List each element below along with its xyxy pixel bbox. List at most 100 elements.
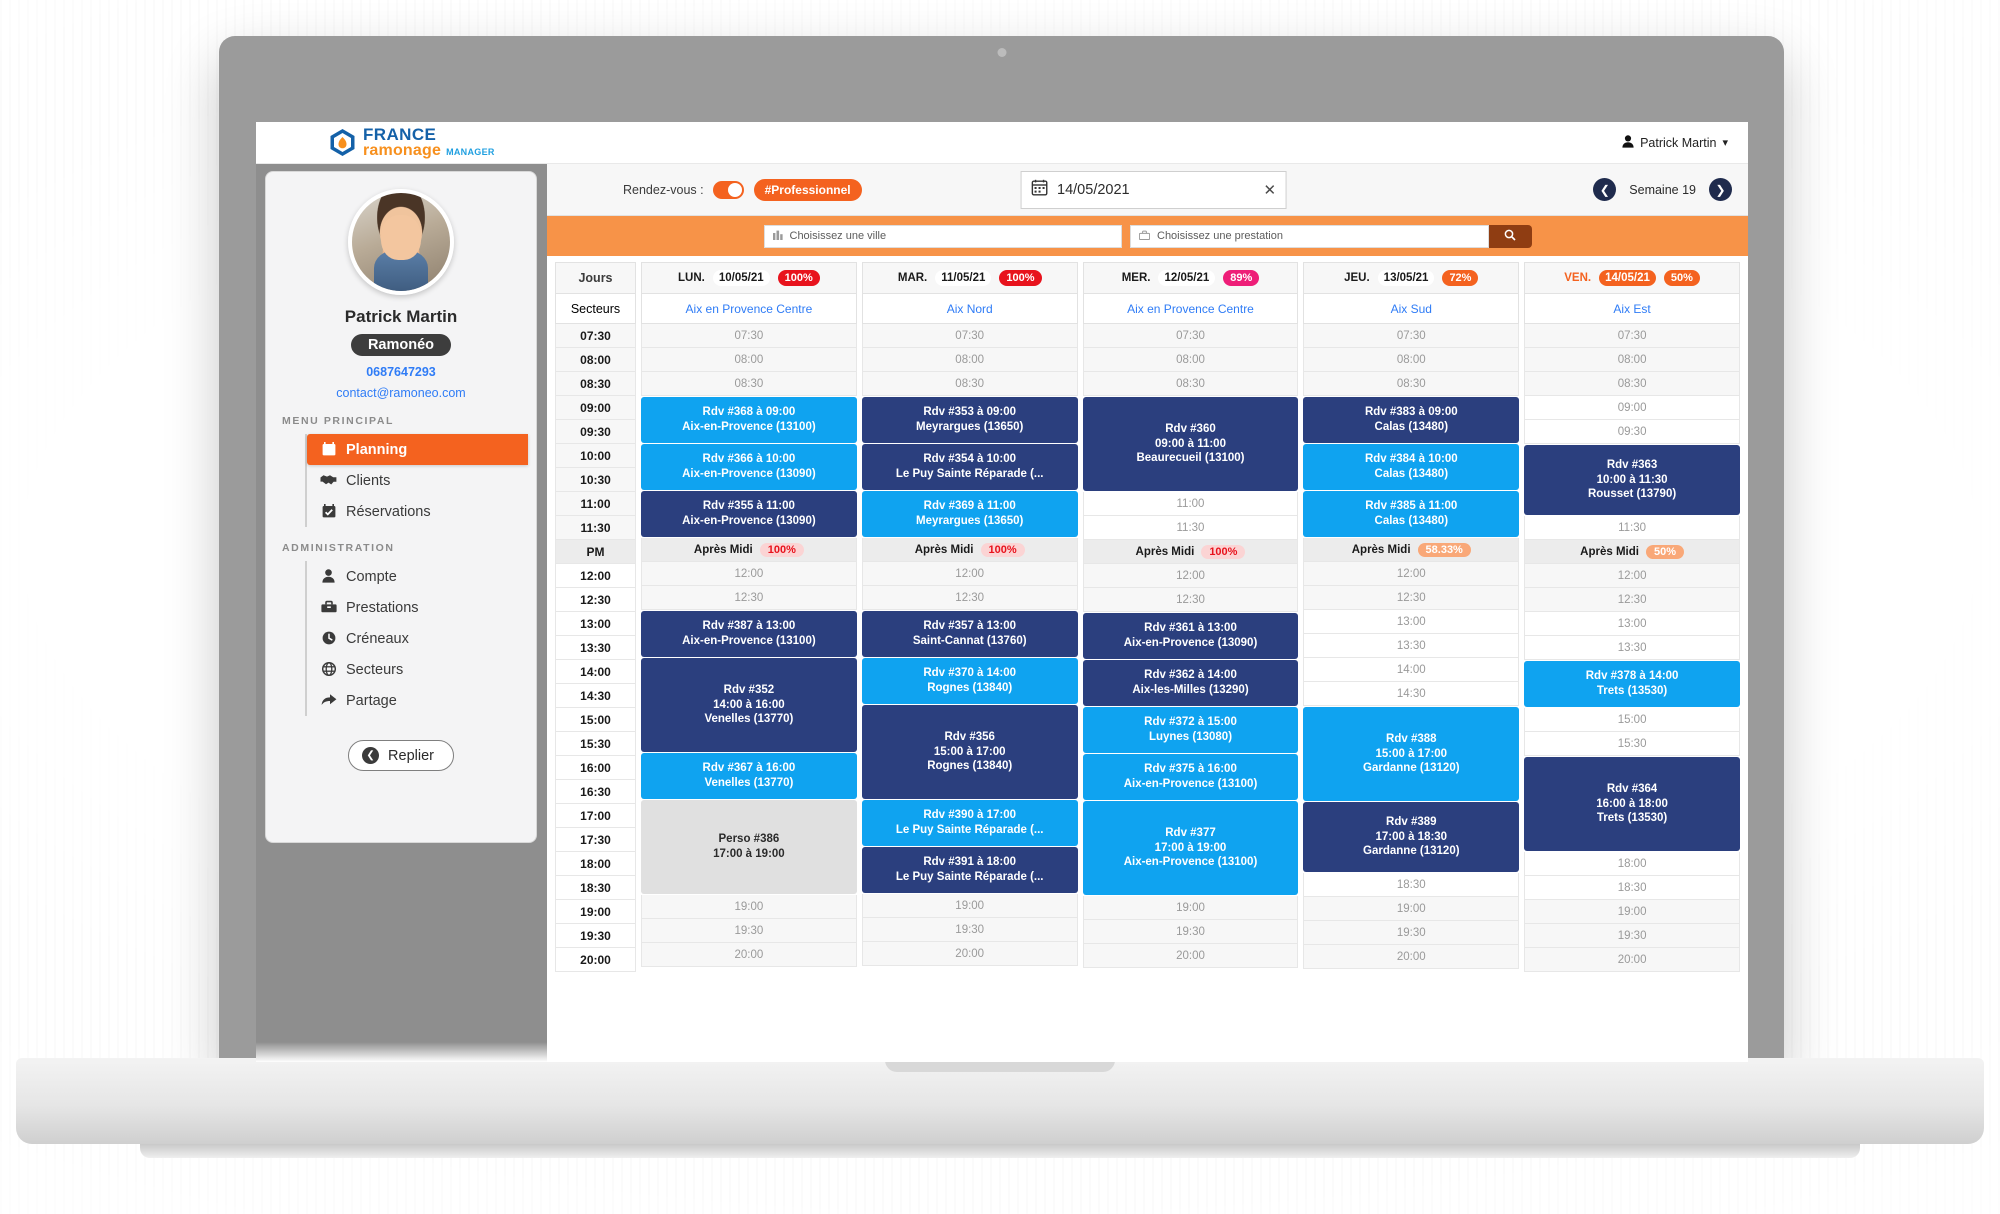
empty-slot[interactable]: 19:30 <box>1524 924 1740 948</box>
empty-slot[interactable]: 20:00 <box>641 943 857 967</box>
empty-slot[interactable]: 12:30 <box>861 586 1078 610</box>
empty-slot[interactable]: 12:30 <box>641 586 857 610</box>
appointment-block[interactable]: Rdv #367 à 16:00 Venelles (13770) <box>641 753 857 799</box>
empty-slot[interactable]: 19:00 <box>861 894 1078 918</box>
profile-email-link[interactable]: contact@ramoneo.com <box>336 386 465 400</box>
empty-slot[interactable]: 08:00 <box>861 348 1078 372</box>
empty-slot[interactable]: 07:30 <box>1524 324 1740 348</box>
service-select[interactable]: Choisissez une prestation <box>1130 224 1489 248</box>
empty-slot[interactable]: 20:00 <box>1303 945 1520 969</box>
sidebar-item-cr-neaux[interactable]: Créneaux <box>307 623 536 654</box>
rdv-type-toggle[interactable] <box>712 180 744 199</box>
appointment-block[interactable]: Rdv #356 15:00 à 17:00 Rognes (13840) <box>861 705 1078 799</box>
collapse-sidebar-button[interactable]: ❮ Replier <box>348 740 454 771</box>
empty-slot[interactable]: 08:00 <box>1303 348 1520 372</box>
empty-slot[interactable]: 09:00 <box>1524 396 1740 420</box>
empty-slot[interactable]: 08:00 <box>1524 348 1740 372</box>
empty-slot[interactable]: 08:30 <box>861 372 1078 396</box>
brand-logo[interactable]: FRANCE ramonage MANAGER <box>329 126 495 159</box>
empty-slot[interactable]: 14:00 <box>1303 658 1520 682</box>
empty-slot[interactable]: 20:00 <box>861 942 1078 966</box>
empty-slot[interactable]: 13:30 <box>1303 634 1520 658</box>
empty-slot[interactable]: 08:00 <box>641 348 857 372</box>
empty-slot[interactable]: 08:30 <box>1524 372 1740 396</box>
appointment-block[interactable]: Rdv #388 15:00 à 17:00 Gardanne (13120) <box>1303 707 1520 801</box>
empty-slot[interactable]: 18:30 <box>1303 873 1520 897</box>
empty-slot[interactable]: 13:00 <box>1303 610 1520 634</box>
sidebar-item-r-servations[interactable]: Réservations <box>307 496 536 527</box>
close-icon[interactable]: ✕ <box>1263 181 1276 199</box>
sidebar-item-secteurs[interactable]: Secteurs <box>307 654 536 685</box>
empty-slot[interactable]: 12:30 <box>1303 586 1520 610</box>
day-sector[interactable]: Aix Sud <box>1303 294 1520 324</box>
appointment-block[interactable]: Rdv #361 à 13:00 Aix-en-Provence (13090) <box>1082 613 1299 659</box>
empty-slot[interactable]: 15:30 <box>1524 732 1740 756</box>
empty-slot[interactable]: 13:30 <box>1524 636 1740 660</box>
empty-slot[interactable]: 12:00 <box>861 562 1078 586</box>
appointment-block[interactable]: Rdv #378 à 14:00 Trets (13530) <box>1524 661 1740 707</box>
appointment-block[interactable]: Rdv #369 à 11:00 Meyrargues (13650) <box>861 491 1078 537</box>
empty-slot[interactable]: 11:30 <box>1524 516 1740 540</box>
appointment-block[interactable]: Rdv #384 à 10:00 Calas (13480) <box>1303 444 1520 490</box>
professionnel-chip[interactable]: #Professionnel <box>753 178 862 201</box>
appointment-block[interactable]: Perso #386 17:00 à 19:00 <box>641 800 857 894</box>
appointment-block[interactable]: Rdv #385 à 11:00 Calas (13480) <box>1303 491 1520 537</box>
empty-slot[interactable]: 13:00 <box>1524 612 1740 636</box>
appointment-block[interactable]: Rdv #353 à 09:00 Meyrargues (13650) <box>861 397 1078 443</box>
empty-slot[interactable]: 18:00 <box>1524 852 1740 876</box>
empty-slot[interactable]: 19:30 <box>1303 921 1520 945</box>
appointment-block[interactable]: Rdv #389 17:00 à 18:30 Gardanne (13120) <box>1303 802 1520 872</box>
empty-slot[interactable]: 08:30 <box>1303 372 1520 396</box>
empty-slot[interactable]: 20:00 <box>1524 948 1740 972</box>
appointment-block[interactable]: Rdv #354 à 10:00 Le Puy Sainte Réparade (… <box>861 444 1078 490</box>
appointment-block[interactable]: Rdv #357 à 13:00 Saint-Cannat (13760) <box>861 611 1078 657</box>
date-picker[interactable]: 14/05/2021 ✕ <box>1021 170 1288 209</box>
day-sector[interactable]: Aix en Provence Centre <box>1082 294 1299 324</box>
prev-week-button[interactable]: ❮ <box>1593 178 1617 201</box>
empty-slot[interactable]: 07:30 <box>861 324 1078 348</box>
empty-slot[interactable]: 07:30 <box>1303 324 1520 348</box>
sidebar-item-planning[interactable]: Planning <box>307 434 528 465</box>
empty-slot[interactable]: 19:00 <box>1082 896 1299 920</box>
empty-slot[interactable]: 12:00 <box>1082 564 1299 588</box>
empty-slot[interactable]: 07:30 <box>1082 324 1299 348</box>
empty-slot[interactable]: 11:30 <box>1082 516 1299 540</box>
appointment-block[interactable]: Rdv #352 14:00 à 16:00 Venelles (13770) <box>641 658 857 752</box>
empty-slot[interactable]: 19:30 <box>861 918 1078 942</box>
day-sector[interactable]: Aix Nord <box>861 294 1078 324</box>
empty-slot[interactable]: 07:30 <box>641 324 857 348</box>
next-week-button[interactable]: ❯ <box>1709 178 1732 201</box>
sidebar-item-clients[interactable]: Clients <box>307 465 536 496</box>
empty-slot[interactable]: 19:00 <box>1303 897 1520 921</box>
appointment-block[interactable]: Rdv #363 10:00 à 11:30 Rousset (13790) <box>1524 445 1740 515</box>
empty-slot[interactable]: 19:30 <box>641 919 857 943</box>
empty-slot[interactable]: 19:00 <box>641 895 857 919</box>
empty-slot[interactable]: 08:30 <box>1082 372 1299 396</box>
empty-slot[interactable]: 20:00 <box>1082 944 1299 968</box>
appointment-block[interactable]: Rdv #362 à 14:00 Aix-les-Milles (13290) <box>1082 660 1299 706</box>
empty-slot[interactable]: 18:30 <box>1524 876 1740 900</box>
empty-slot[interactable]: 12:30 <box>1082 588 1299 612</box>
empty-slot[interactable]: 12:00 <box>1524 564 1740 588</box>
sidebar-item-compte[interactable]: Compte <box>307 561 536 592</box>
empty-slot[interactable]: 12:30 <box>1524 588 1740 612</box>
appointment-block[interactable]: Rdv #355 à 11:00 Aix-en-Provence (13090) <box>641 491 857 537</box>
appointment-block[interactable]: Rdv #372 à 15:00 Luynes (13080) <box>1082 707 1299 753</box>
user-menu[interactable]: Patrick Martin ▾ <box>1622 134 1728 151</box>
appointment-block[interactable]: Rdv #387 à 13:00 Aix-en-Provence (13100) <box>641 611 857 657</box>
day-sector[interactable]: Aix Est <box>1524 294 1740 324</box>
empty-slot[interactable]: 14:30 <box>1303 682 1520 706</box>
empty-slot[interactable]: 11:00 <box>1082 492 1299 516</box>
city-select[interactable]: Choisissez une ville <box>763 224 1122 248</box>
sidebar-item-prestations[interactable]: Prestations <box>307 592 536 623</box>
empty-slot[interactable]: 15:00 <box>1524 708 1740 732</box>
empty-slot[interactable]: 19:30 <box>1082 920 1299 944</box>
appointment-block[interactable]: Rdv #360 09:00 à 11:00 Beaurecueil (13100) <box>1082 397 1299 491</box>
empty-slot[interactable]: 12:00 <box>641 562 857 586</box>
appointment-block[interactable]: Rdv #366 à 10:00 Aix-en-Provence (13090) <box>641 444 857 490</box>
profile-phone-link[interactable]: 0687647293 <box>366 365 436 379</box>
empty-slot[interactable]: 19:00 <box>1524 900 1740 924</box>
appointment-block[interactable]: Rdv #383 à 09:00 Calas (13480) <box>1303 397 1520 443</box>
search-button[interactable] <box>1488 224 1532 248</box>
sidebar-item-partage[interactable]: Partage <box>307 685 536 716</box>
